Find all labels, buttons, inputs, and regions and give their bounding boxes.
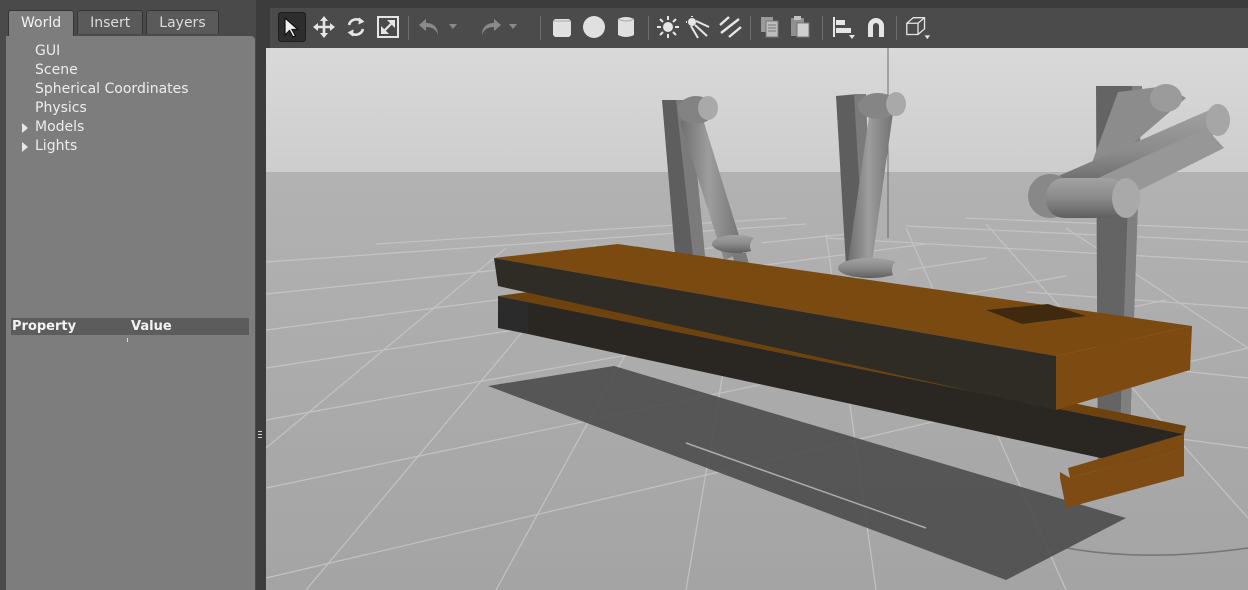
translate-icon[interactable] — [310, 12, 338, 42]
tree-item-scene[interactable]: Scene — [18, 61, 189, 80]
scene-viewport[interactable] — [266, 48, 1248, 590]
tree-item-spherical-coordinates[interactable]: Spherical Coordinates — [18, 80, 189, 99]
tree-item-label: Scene — [35, 62, 78, 78]
scene-render — [266, 48, 1248, 590]
left-panel: World Insert Layers GUI Scene Spherical … — [0, 0, 256, 590]
spot-light-icon[interactable] — [684, 12, 712, 42]
expand-arrow-icon[interactable] — [22, 123, 28, 133]
world-pane: GUI Scene Spherical Coordinates Physics … — [6, 36, 255, 590]
tab-world[interactable]: World — [8, 10, 75, 37]
value-column-header[interactable]: Value — [131, 318, 172, 335]
expand-arrow-icon[interactable] — [22, 142, 28, 152]
scale-icon[interactable] — [374, 12, 402, 42]
undo-icon[interactable] — [416, 12, 444, 42]
rotate-icon[interactable] — [342, 12, 370, 42]
view-angle-icon[interactable] — [904, 12, 932, 42]
align-icon[interactable] — [830, 12, 858, 42]
redo-history-dropdown[interactable] — [506, 12, 520, 42]
tab-layers[interactable]: Layers — [146, 10, 219, 34]
world-tree: GUI Scene Spherical Coordinates Physics … — [18, 42, 189, 156]
tree-item-lights[interactable]: Lights — [18, 137, 189, 156]
redo-icon[interactable] — [476, 12, 504, 42]
tree-item-label: Physics — [35, 100, 87, 116]
copy-icon[interactable] — [756, 12, 784, 42]
tree-item-models[interactable]: Models — [18, 118, 189, 137]
toolbar — [270, 8, 1248, 48]
properties-header: Property Value — [11, 318, 249, 335]
tree-item-label: Models — [35, 119, 85, 135]
select-arrow-icon[interactable] — [278, 12, 306, 42]
pane-resize-handle[interactable] — [127, 308, 135, 342]
box-icon[interactable] — [548, 12, 576, 42]
property-column-header[interactable]: Property — [12, 318, 76, 335]
tree-item-label: GUI — [35, 43, 61, 59]
point-light-icon[interactable] — [654, 12, 682, 42]
undo-history-dropdown[interactable] — [446, 12, 460, 42]
panel-splitter-handle[interactable] — [258, 431, 262, 441]
cylinder-icon[interactable] — [612, 12, 640, 42]
tab-insert[interactable]: Insert — [77, 10, 144, 34]
tree-item-gui[interactable]: GUI — [18, 42, 189, 61]
snap-magnet-icon[interactable] — [862, 12, 890, 42]
sphere-icon[interactable] — [580, 12, 608, 42]
tree-item-label: Spherical Coordinates — [35, 81, 189, 97]
panel-tabs: World Insert Layers — [8, 10, 222, 37]
tree-item-label: Lights — [35, 138, 78, 154]
tree-item-physics[interactable]: Physics — [18, 99, 189, 118]
paste-icon[interactable] — [786, 12, 814, 42]
directional-light-icon[interactable] — [716, 12, 744, 42]
